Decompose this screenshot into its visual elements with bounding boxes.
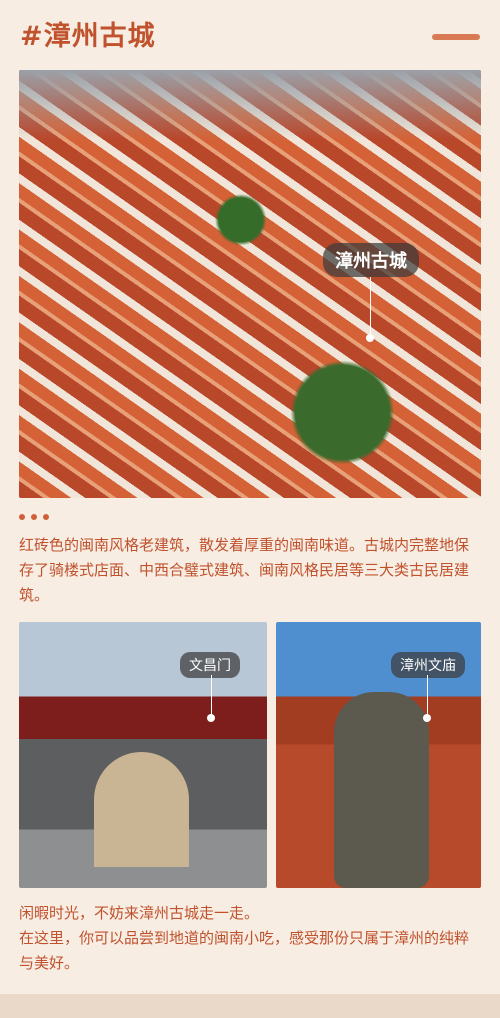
gate-arch: [94, 752, 189, 867]
footer-band: [0, 994, 500, 1018]
hero-photo-old-town: [19, 70, 481, 498]
hero-pin-line: [370, 277, 371, 335]
hero-pin-dot-icon: [366, 334, 374, 342]
dot-icon: [43, 514, 49, 520]
confucius-statue: [334, 692, 429, 888]
temple-pin-dot-icon: [423, 714, 431, 722]
wenchang-pin-dot-icon: [207, 714, 215, 722]
hero-location-tag: 漳州古城: [323, 243, 419, 277]
temple-pin-line: [427, 675, 428, 715]
outro-paragraph: 闲暇时光，不妨来漳州古城走一走。 在这里，你可以品尝到地道的闽南小吃，感受那份只…: [19, 901, 481, 976]
wenchang-pin-line: [211, 675, 212, 715]
outro-line-1: 闲暇时光，不妨来漳州古城走一走。: [19, 904, 260, 922]
confucius-temple-tag: 漳州文庙: [391, 652, 465, 678]
outro-line-2: 在这里，你可以品尝到地道的闽南小吃，感受那份只属于漳州的纯粹与美好。: [19, 929, 470, 972]
wenchang-gate-tag: 文昌门: [180, 652, 240, 678]
dot-icon: [19, 514, 25, 520]
section-dots: [19, 514, 49, 520]
page-title: #漳州古城: [20, 21, 156, 52]
dot-icon: [31, 514, 37, 520]
title-decoration-bar: [432, 34, 480, 40]
intro-paragraph: 红砖色的闽南风格老建筑，散发着厚重的闽南味道。古城内完整地保存了骑楼式店面、中西…: [19, 536, 470, 604]
